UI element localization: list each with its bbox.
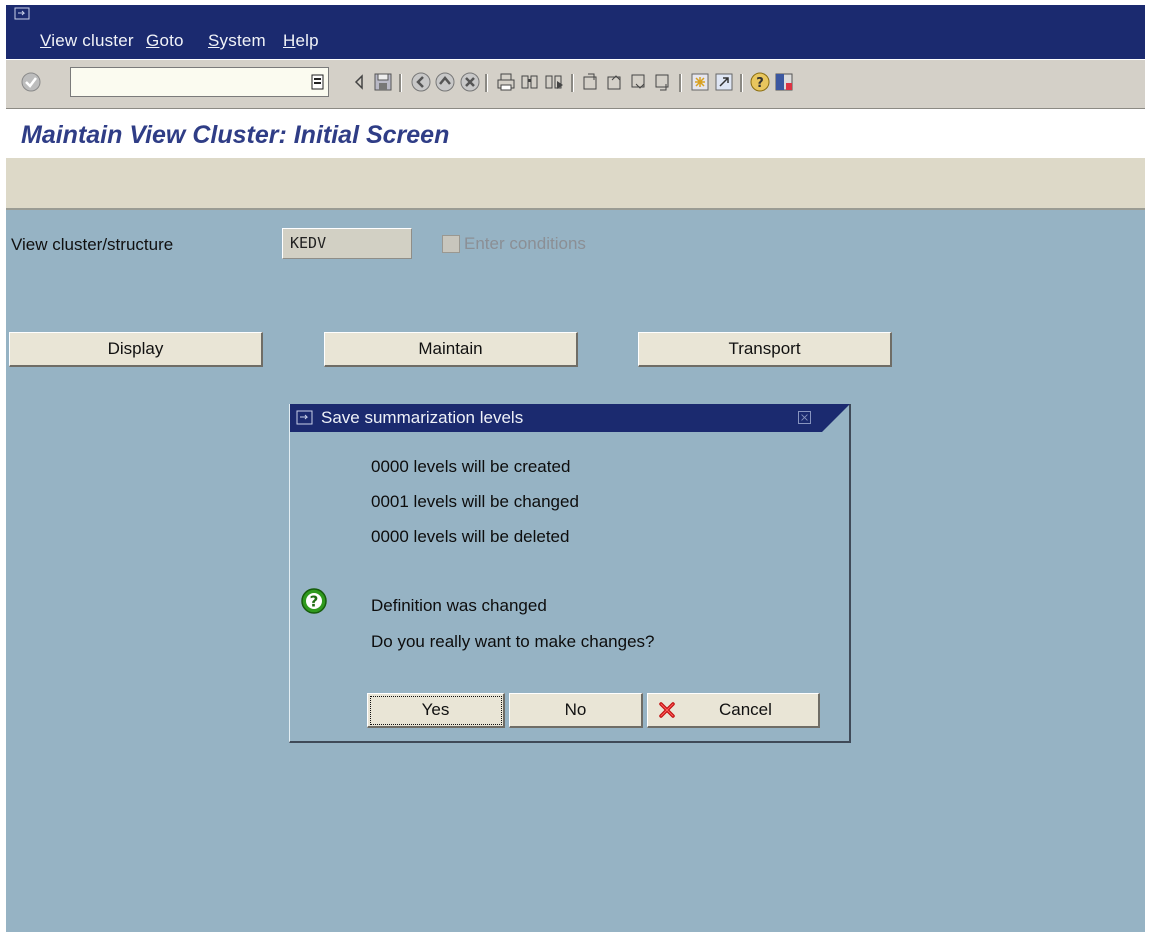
command-field[interactable] bbox=[70, 67, 329, 97]
levels-created-text: 0000 levels will be created bbox=[371, 457, 571, 476]
menu-goto[interactable]: Goto bbox=[146, 31, 184, 51]
view-cluster-input[interactable]: KEDV bbox=[282, 228, 412, 259]
layout-icon[interactable] bbox=[773, 71, 795, 93]
next-page-icon[interactable] bbox=[628, 71, 650, 93]
dropdown-icon[interactable] bbox=[307, 71, 329, 93]
exit-icon[interactable] bbox=[434, 71, 456, 93]
definition-changed-text: Definition was changed bbox=[371, 596, 547, 615]
cancel-label: Cancel bbox=[719, 700, 772, 719]
print-icon[interactable] bbox=[495, 71, 517, 93]
menu-help[interactable]: Help bbox=[283, 31, 319, 51]
cancel-icon[interactable] bbox=[459, 71, 481, 93]
save-icon[interactable] bbox=[372, 71, 394, 93]
yes-button[interactable]: Yes bbox=[367, 693, 505, 728]
enter-conditions-checkbox[interactable] bbox=[442, 235, 460, 253]
first-page-icon[interactable] bbox=[580, 71, 602, 93]
confirm-question-text: Do you really want to make changes? bbox=[371, 632, 655, 651]
standard-toolbar: ? bbox=[6, 59, 1145, 109]
toolbar-separator bbox=[399, 74, 402, 92]
question-icon: ? bbox=[301, 588, 327, 614]
back-icon[interactable] bbox=[410, 71, 432, 93]
view-cluster-label: View cluster/structure bbox=[11, 235, 174, 254]
menu-bar: View cluster Goto System Help bbox=[6, 5, 1145, 59]
page-title: Maintain View Cluster: Initial Screen bbox=[21, 121, 450, 149]
find-next-icon[interactable] bbox=[543, 71, 565, 93]
application-toolbar bbox=[6, 158, 1145, 210]
toolbar-separator bbox=[679, 74, 682, 92]
title-area: Maintain View Cluster: Initial Screen bbox=[6, 109, 1145, 158]
shortcut-icon[interactable] bbox=[713, 71, 735, 93]
menu-view-cluster[interactable]: View cluster bbox=[40, 31, 134, 51]
svg-text:?: ? bbox=[310, 593, 319, 611]
no-button[interactable]: No bbox=[509, 693, 643, 728]
toolbar-separator bbox=[571, 74, 574, 92]
cancel-button[interactable]: Cancel bbox=[647, 693, 820, 728]
last-page-icon[interactable] bbox=[652, 71, 674, 93]
save-summarization-dialog: Save summarization levels 0000 levels wi… bbox=[289, 404, 851, 743]
maintain-button[interactable]: Maintain bbox=[324, 332, 578, 367]
display-button[interactable]: Display bbox=[9, 332, 263, 367]
svg-text:?: ? bbox=[756, 76, 764, 91]
find-icon[interactable] bbox=[519, 71, 541, 93]
dialog-menu-icon[interactable] bbox=[296, 409, 314, 427]
menu-system[interactable]: System bbox=[208, 31, 266, 51]
back-arrow-icon[interactable] bbox=[349, 71, 371, 93]
enter-conditions-label: Enter conditions bbox=[464, 234, 586, 253]
create-session-icon[interactable] bbox=[689, 71, 711, 93]
enter-icon[interactable] bbox=[20, 71, 42, 93]
transport-button[interactable]: Transport bbox=[638, 332, 892, 367]
system-menu-icon[interactable] bbox=[14, 7, 30, 23]
toolbar-separator bbox=[740, 74, 743, 92]
levels-deleted-text: 0000 levels will be deleted bbox=[371, 527, 570, 546]
dialog-title: Save summarization levels bbox=[321, 408, 524, 427]
help-icon[interactable]: ? bbox=[749, 71, 771, 93]
levels-changed-text: 0001 levels will be changed bbox=[371, 492, 579, 511]
close-icon[interactable] bbox=[798, 411, 811, 424]
cancel-x-icon bbox=[659, 702, 675, 718]
previous-page-icon[interactable] bbox=[604, 71, 626, 93]
toolbar-separator bbox=[485, 74, 488, 92]
